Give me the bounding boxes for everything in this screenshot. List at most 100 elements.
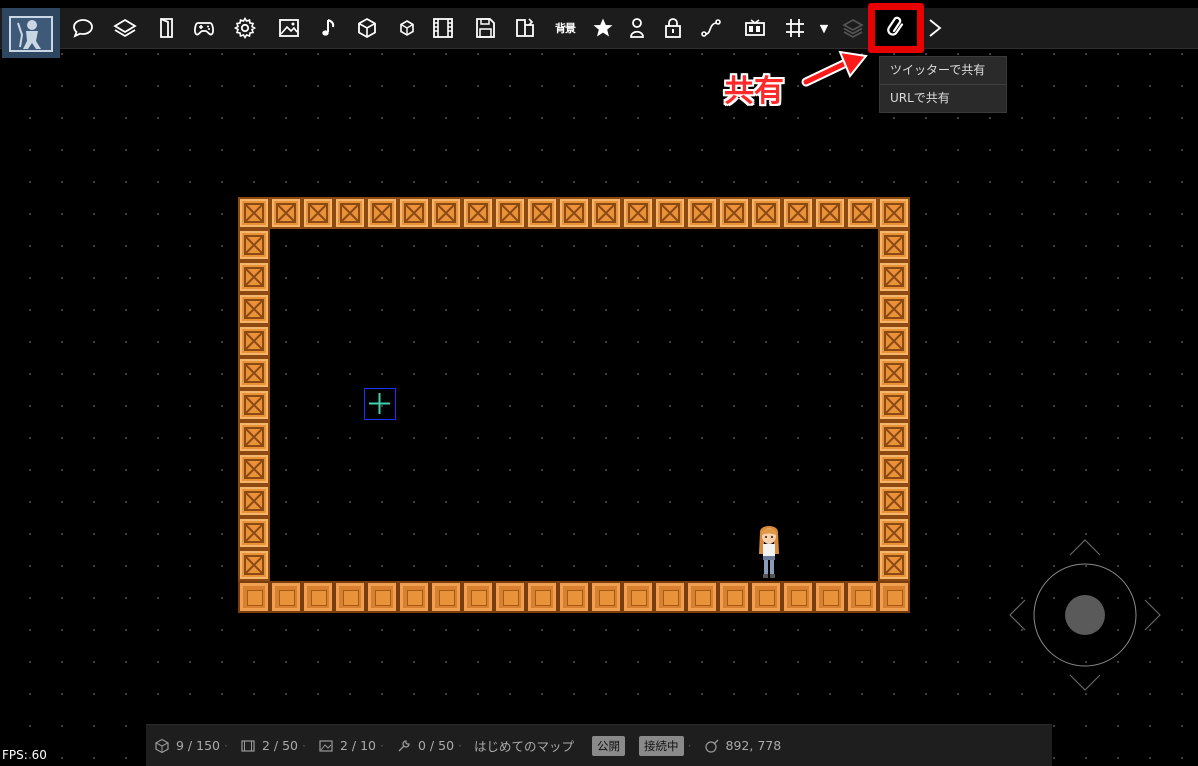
grid-dropdown-button[interactable]: ▼ xyxy=(812,10,836,46)
crate-tile xyxy=(878,485,910,517)
dropdown-arrow-icon: ▼ xyxy=(819,21,829,35)
crate-tile xyxy=(238,229,270,261)
crate-tile xyxy=(878,357,910,389)
floor-block-tile xyxy=(526,581,558,613)
floor-block-tile xyxy=(302,581,334,613)
crate-tile xyxy=(238,261,270,293)
gamepad-icon[interactable] xyxy=(187,10,221,46)
cube-icon[interactable] xyxy=(350,10,384,46)
crate-tile xyxy=(782,197,814,229)
floor-block-tile xyxy=(782,581,814,613)
cursor-coords: 892, 778 xyxy=(704,738,781,754)
small-cube-icon[interactable] xyxy=(390,10,424,46)
crate-tile xyxy=(238,357,270,389)
crate-tile xyxy=(846,197,878,229)
film-icon xyxy=(241,739,255,752)
floor-block-tile xyxy=(590,581,622,613)
script-count: 0 / 50 xyxy=(396,738,454,754)
crate-tile xyxy=(878,517,910,549)
floor-block-tile xyxy=(686,581,718,613)
save-icon[interactable] xyxy=(468,10,502,46)
image-icon[interactable] xyxy=(272,10,306,46)
script-count-text: 0 / 50 xyxy=(418,738,455,753)
crate-tile xyxy=(878,453,910,485)
crate-tile xyxy=(430,197,462,229)
crate-tile xyxy=(878,197,910,229)
crate-tile xyxy=(878,325,910,357)
gear-icon[interactable] xyxy=(228,10,262,46)
floor-block-tile xyxy=(846,581,878,613)
virtual-joystick[interactable] xyxy=(1002,532,1168,698)
crate-tile xyxy=(718,197,750,229)
crate-tile xyxy=(878,229,910,261)
crate-tile xyxy=(814,197,846,229)
connection-badge: 接続中 xyxy=(639,735,684,756)
background-button[interactable]: 背景 xyxy=(548,10,582,46)
crate-tile xyxy=(238,389,270,421)
floor-block-tile xyxy=(814,581,846,613)
crate-tile xyxy=(238,517,270,549)
scene-count: 2 / 50 xyxy=(240,738,298,754)
crate-tile xyxy=(526,197,558,229)
floor-block-tile xyxy=(270,581,302,613)
object-count-text: 9 / 150 xyxy=(176,738,220,753)
grid-icon[interactable] xyxy=(778,10,812,46)
floor-block-tile xyxy=(494,581,526,613)
crate-tile xyxy=(302,197,334,229)
floor-block-tile xyxy=(398,581,430,613)
person-icon[interactable] xyxy=(620,10,654,46)
floor-block-tile xyxy=(462,581,494,613)
floor-block-tile xyxy=(718,581,750,613)
callout-label: 共有 xyxy=(724,74,784,109)
floor-block-tile xyxy=(366,581,398,613)
film-icon[interactable] xyxy=(426,10,460,46)
map-area[interactable] xyxy=(238,197,910,613)
share-twitter-item[interactable]: ツイッターで共有 xyxy=(880,57,1006,84)
layer-stack-icon[interactable] xyxy=(836,10,870,46)
tile-cursor xyxy=(364,388,396,420)
crate-tile xyxy=(878,421,910,453)
star-icon[interactable] xyxy=(586,10,620,46)
crate-tile xyxy=(238,453,270,485)
public-badge[interactable]: 公開 xyxy=(592,735,626,756)
music-note-icon[interactable] xyxy=(312,10,346,46)
crate-tile xyxy=(398,197,430,229)
image-icon xyxy=(319,739,333,752)
link-icon xyxy=(875,10,917,46)
floor-block-tile xyxy=(558,581,590,613)
path-icon[interactable] xyxy=(694,10,728,46)
crate-tile xyxy=(558,197,590,229)
crate-tile xyxy=(462,197,494,229)
public-badge-text: 公開 xyxy=(592,735,626,756)
crate-tile xyxy=(238,325,270,357)
crate-tile xyxy=(494,197,526,229)
crate-tile xyxy=(622,197,654,229)
export-icon[interactable] xyxy=(508,10,542,46)
map-name[interactable]: はじめてのマップ xyxy=(474,736,574,755)
callout-arrow-icon xyxy=(801,50,868,87)
background-label: 背景 xyxy=(555,22,576,35)
share-menu: ツイッターで共有 URLで共有 xyxy=(879,56,1007,113)
layers-icon[interactable] xyxy=(108,10,142,46)
toolbar: 背景 ▼ xyxy=(0,3,1198,58)
crate-tile xyxy=(750,197,782,229)
share-url-item[interactable]: URLで共有 xyxy=(880,84,1006,112)
share-button[interactable] xyxy=(868,3,924,53)
lock-icon[interactable] xyxy=(656,10,690,46)
crate-tile xyxy=(878,293,910,325)
logo-button[interactable] xyxy=(2,8,60,58)
fps-counter: FPS: 60 xyxy=(2,748,47,762)
connection-badge-text: 接続中 xyxy=(639,735,684,756)
crate-tile xyxy=(654,197,686,229)
speech-bubble-icon[interactable] xyxy=(66,10,100,46)
floor-block-tile xyxy=(622,581,654,613)
next-chevron-icon[interactable] xyxy=(918,10,952,46)
door-icon[interactable] xyxy=(150,10,184,46)
player-character[interactable] xyxy=(754,524,784,582)
image-count-text: 2 / 10 xyxy=(339,738,377,753)
counter-icon[interactable] xyxy=(738,10,772,46)
floor-block-tile xyxy=(750,581,782,613)
crate-tile xyxy=(366,197,398,229)
crate-tile xyxy=(238,485,270,517)
floor-block-tile xyxy=(654,581,686,613)
